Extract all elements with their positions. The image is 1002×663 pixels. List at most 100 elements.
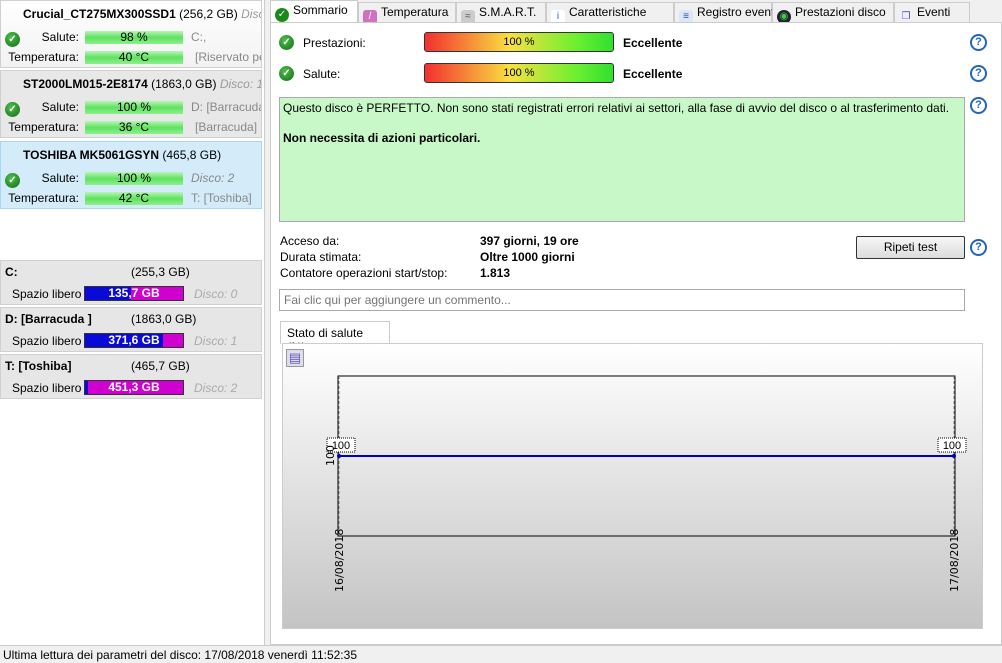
health-label: Salute: xyxy=(41,171,79,185)
powered-on-label: Acceso da: xyxy=(280,234,340,248)
x-tick-label: 17/08/2018 xyxy=(948,529,961,592)
data-point xyxy=(337,454,341,458)
disk-model: TOSHIBA MK5061GSYN xyxy=(23,148,160,162)
disk-volume: D: [Barracuda ] xyxy=(191,100,262,114)
tab-s-m-a-r-t-[interactable]: ≈ S.M.A.R.T. xyxy=(456,2,546,24)
volume-disk: Disco: 2 xyxy=(194,381,238,395)
disk-number: Disco: 2 xyxy=(191,171,235,185)
help-icon[interactable]: ? xyxy=(970,239,987,256)
free-space-value: 371,6 GB xyxy=(108,333,160,347)
tab-label: Registro eventi xyxy=(697,5,778,19)
performance-bar: 100 % xyxy=(424,32,614,52)
status-bar: Ultima lettura dei parametri del disco: … xyxy=(0,645,1002,663)
status-message-text: Questo disco è PERFETTO. Non sono stati … xyxy=(283,101,950,115)
disk-card-2[interactable]: TOSHIBA MK5061GSYN (465,8 GB) ✓ Salute: … xyxy=(0,141,262,209)
tab-label: Prestazioni disco xyxy=(795,5,886,19)
tab-label: Caratteristiche xyxy=(569,5,647,19)
health-chart: 16/08/2018 17/08/2018100 100100 xyxy=(324,375,967,592)
volume-disk: Disco: 0 xyxy=(194,287,238,301)
disk-size: (1863,0 GB) xyxy=(151,77,217,91)
volume-card[interactable]: C: (255,3 GB) Spazio libero 135,7 GB Dis… xyxy=(0,260,262,305)
health-rating: Eccellente xyxy=(623,67,683,81)
disk-number: Disco: 0 xyxy=(241,7,261,21)
comment-input[interactable] xyxy=(279,289,965,311)
health-bar: 100 % xyxy=(85,172,183,185)
health-bar: 98 % xyxy=(85,31,183,44)
tab-bar: ✓ Sommario / Temperatura ≈ S.M.A.R.T. i Caratte… xyxy=(270,0,1002,24)
y-tick-label: 100 xyxy=(324,445,337,466)
startstop-label: Contatore operazioni start/stop: xyxy=(280,266,448,280)
temperature-bar: 36 °C xyxy=(85,121,183,134)
disk-size: (465,8 GB) xyxy=(162,148,222,162)
disk-card-1[interactable]: ST2000LM015-2E8174 (1863,0 GB) Disco: 1 … xyxy=(0,70,262,138)
help-icon[interactable]: ? xyxy=(970,65,987,82)
disk-list-panel: Crucial_CT275MX300SSD1 (256,2 GB) Disco:… xyxy=(0,0,265,645)
data-label: 100 xyxy=(943,440,961,452)
help-icon[interactable]: ? xyxy=(970,34,987,51)
tab-label: S.M.A.R.T. xyxy=(479,5,537,19)
disk-number: Disco: 1 xyxy=(219,77,262,91)
volume-card[interactable]: T: [Toshiba] (465,7 GB) Spazio libero 45… xyxy=(0,354,262,399)
volume-size: (255,3 GB) xyxy=(131,265,190,279)
free-space-bar: 451,3 GB xyxy=(84,380,184,395)
health-label: Salute: xyxy=(303,67,341,81)
check-icon: ✓ xyxy=(279,35,294,50)
disk-volume-label: [Barracuda] xyxy=(195,120,258,134)
health-label: Salute: xyxy=(41,30,79,44)
temperature-bar: 42 °C xyxy=(85,192,183,205)
status-message: Questo disco è PERFETTO. Non sono stati … xyxy=(279,97,965,222)
free-space-label: Spazio libero xyxy=(12,334,82,348)
free-space-label: Spazio libero xyxy=(12,287,82,301)
disk-volume-label: [Riservato per il sistema] xyxy=(195,50,261,64)
help-icon[interactable]: ? xyxy=(970,97,987,114)
disk-card-0[interactable]: Crucial_CT275MX300SSD1 (256,2 GB) Disco:… xyxy=(0,0,262,68)
volume-size: (1863,0 GB) xyxy=(131,312,197,326)
retest-button[interactable]: Ripeti test xyxy=(856,236,965,259)
free-space-bar: 135,7 GB xyxy=(84,286,184,301)
performance-label: Prestazioni: xyxy=(303,36,366,50)
tab-eventi[interactable]: ❐ Eventi xyxy=(894,2,970,24)
disk-size: (256,2 GB) xyxy=(179,7,238,21)
tab-prestazioni-disco[interactable]: ◉ Prestazioni disco xyxy=(772,2,894,24)
disk-volume: C:, xyxy=(191,30,207,44)
free-space-value: 135,7 GB xyxy=(108,286,160,300)
lifetime-value: Oltre 1000 giorni xyxy=(480,250,575,264)
volume-size: (465,7 GB) xyxy=(131,359,190,373)
free-space-label: Spazio libero xyxy=(12,381,82,395)
data-point xyxy=(952,454,956,458)
temperature-label: Temperatura: xyxy=(8,191,79,205)
temperature-label: Temperatura: xyxy=(8,120,79,134)
disk-volume: T: [Toshiba] xyxy=(191,191,252,205)
tab-label: Temperatura xyxy=(381,5,449,19)
volume-card[interactable]: D: [Barracuda ] (1863,0 GB) Spazio liber… xyxy=(0,307,262,352)
temperature-bar: 40 °C xyxy=(85,51,183,64)
disk-model: ST2000LM015-2E8174 xyxy=(23,77,148,91)
tab-health-chart[interactable]: Stato di salute (%) xyxy=(280,321,390,354)
startstop-value: 1.813 xyxy=(480,266,511,280)
free-space-value: 451,3 GB xyxy=(108,380,160,394)
status-message-advice: Non necessita di azioni particolari. xyxy=(283,131,481,145)
volume-name: D: [Barracuda ] xyxy=(5,312,92,326)
powered-on-value: 397 giorni, 19 ore xyxy=(480,234,579,248)
volume-disk: Disco: 1 xyxy=(194,334,238,348)
tab-sommario[interactable]: ✓ Sommario xyxy=(270,0,358,23)
health-chart-panel: ▤ 16/08/2018 17/08/2018 100 100 100 xyxy=(282,343,983,629)
check-icon: ✓ xyxy=(279,66,294,81)
health-label: Salute: xyxy=(41,100,79,114)
volume-name: C: xyxy=(5,265,18,279)
tab-temperatura[interactable]: / Temperatura xyxy=(358,2,456,24)
free-space-bar: 371,6 GB xyxy=(84,333,184,348)
x-tick-label: 16/08/2018 xyxy=(333,529,346,592)
tab-label: Sommario xyxy=(293,3,348,17)
health-bar: 100 % xyxy=(424,63,614,83)
disk-model: Crucial_CT275MX300SSD1 xyxy=(23,7,176,21)
performance-rating: Eccellente xyxy=(623,36,683,50)
tab-registro-eventi[interactable]: ≡ Registro eventi xyxy=(674,2,777,24)
temperature-label: Temperatura: xyxy=(8,50,79,64)
health-bar: 100 % xyxy=(85,101,183,114)
lifetime-label: Durata stimata: xyxy=(280,250,362,264)
tab-label: Eventi xyxy=(917,5,951,19)
volume-name: T: [Toshiba] xyxy=(5,359,72,373)
check-icon: ✓ xyxy=(275,8,289,22)
tab-caratteristiche[interactable]: i Caratteristiche xyxy=(546,2,674,24)
